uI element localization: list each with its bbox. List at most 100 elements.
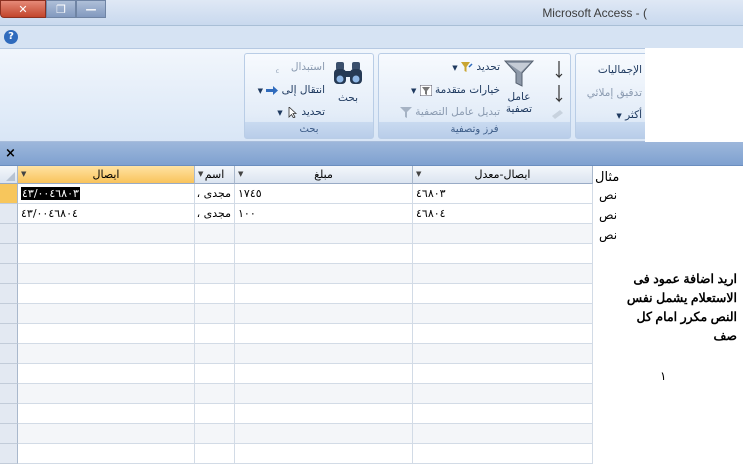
toggle-filter-button[interactable]: تبديل عامل التصفية	[399, 106, 500, 118]
empty-cell	[235, 264, 413, 284]
row-selector[interactable]	[0, 384, 18, 404]
table-row[interactable]: ٤٣/٠٠٤٦٨٠٣ مجدى ، ١٧٤٥ ٤٦٨٠٣	[0, 184, 593, 204]
row-selector[interactable]	[0, 324, 18, 344]
sort-ascending-button[interactable]: AZ	[538, 60, 566, 83]
empty-cell	[413, 304, 593, 324]
empty-cell	[235, 284, 413, 304]
sort-descending-button[interactable]: ZA	[538, 84, 566, 107]
svg-text:A: A	[544, 95, 545, 104]
goto-label: انتقال إلى	[281, 84, 325, 96]
empty-cell	[18, 424, 195, 444]
restore-icon: ❐	[56, 2, 66, 16]
advanced-filter-button[interactable]: خيارات متقدمة ▼	[411, 84, 500, 96]
column-header-amount[interactable]: مبلغ ▼	[235, 166, 413, 184]
datasheet: ايصال ▼ اسم ▼ مبلغ ▼ ايصال-معدل ▼ ٤٣/٠٠٤…	[0, 166, 593, 475]
row-selector[interactable]	[0, 244, 18, 264]
empty-cell	[235, 344, 413, 364]
receipt-modified-cell[interactable]: ٤٦٨٠٤	[413, 204, 593, 224]
empty-cell	[413, 284, 593, 304]
name-cell[interactable]: مجدى ،	[195, 184, 235, 204]
empty-cell	[195, 424, 235, 444]
name-cell[interactable]: مجدى ،	[195, 204, 235, 224]
chevron-down-icon[interactable]: ▼	[21, 166, 26, 183]
selection-filter-button[interactable]: تحديد ▼	[452, 61, 500, 73]
chevron-down-icon[interactable]: ▼	[238, 166, 243, 183]
row-selector[interactable]	[0, 364, 18, 384]
empty-cell	[18, 404, 195, 424]
empty-row	[0, 424, 593, 444]
row-selector[interactable]	[0, 264, 18, 284]
amount-cell[interactable]: ١٠٠	[235, 204, 413, 224]
find-button[interactable]: بحث	[329, 60, 367, 104]
empty-cell	[235, 244, 413, 264]
empty-cell	[235, 224, 413, 244]
empty-cell	[18, 324, 195, 344]
chevron-down-icon[interactable]: ▼	[416, 166, 421, 183]
sort-filter-group: تحديد ▼ خيارات متقدمة ▼ تبديل عامل التصف…	[378, 53, 571, 139]
row-selector[interactable]	[0, 224, 18, 244]
window-title: Microsoft Access - (	[542, 6, 647, 20]
empty-cell	[195, 344, 235, 364]
funnel-icon	[503, 60, 535, 87]
receipt-modified-cell[interactable]: ٤٦٨٠٣	[413, 184, 593, 204]
empty-cell	[413, 224, 593, 244]
row-selector[interactable]	[0, 204, 18, 224]
name-value: مجدى ،	[196, 187, 231, 200]
close-icon: ✕	[18, 2, 28, 16]
empty-cell	[413, 384, 593, 404]
note-line: النص مكرر امام كل	[636, 310, 737, 324]
note-line: اريد اضافة عمود فى	[633, 272, 737, 286]
restore-window-button[interactable]: ❐	[46, 0, 76, 18]
empty-cell	[235, 424, 413, 444]
empty-row	[0, 384, 593, 404]
empty-row	[0, 304, 593, 324]
row-selector[interactable]	[0, 424, 18, 444]
filter-label-line1: عامل	[507, 91, 531, 103]
note-line: الاستعلام يشمل نفس	[626, 291, 737, 305]
row-selector[interactable]	[0, 404, 18, 424]
select-all-button[interactable]	[0, 166, 18, 184]
chevron-down-icon[interactable]: ▼	[198, 166, 203, 183]
help-icon[interactable]: ?	[4, 30, 18, 44]
close-window-button[interactable]: ✕	[0, 0, 46, 18]
filter-button[interactable]: عامل تصفية	[502, 60, 536, 115]
receipt-value: ٤٣/٠٠٤٦٨٠٤	[21, 207, 78, 220]
column-header-name[interactable]: اسم ▼	[195, 166, 235, 184]
selection-filter-icon	[461, 61, 473, 72]
minimize-window-button[interactable]: —	[76, 0, 106, 18]
empty-row	[0, 344, 593, 364]
close-icon[interactable]: ×	[5, 146, 16, 161]
more-label: أكثر	[625, 109, 642, 121]
advanced-filter-icon	[419, 84, 432, 96]
receipt-modified-value: ٤٦٨٠٣	[416, 187, 446, 200]
clear-sort-button[interactable]: AZ	[540, 106, 566, 123]
row-selector[interactable]	[0, 444, 18, 464]
row-selector[interactable]	[0, 184, 18, 204]
help-row: ?	[0, 26, 743, 48]
table-row[interactable]: ٤٣/٠٠٤٦٨٠٤ مجدى ، ١٠٠ ٤٦٨٠٤	[0, 204, 593, 224]
receipt-value: ٤٣/٠٠٤٦٨٠٣	[21, 187, 80, 200]
receipt-cell[interactable]: ٤٣/٠٠٤٦٨٠٣	[18, 184, 195, 204]
minimize-icon: —	[85, 2, 97, 16]
receipt-cell[interactable]: ٤٣/٠٠٤٦٨٠٤	[18, 204, 195, 224]
empty-cell	[413, 244, 593, 264]
replace-button[interactable]: استبدال abac	[276, 61, 325, 73]
more-button[interactable]: أكثر ▼	[616, 109, 642, 121]
empty-cell	[195, 264, 235, 284]
column-header-receipt-modified[interactable]: ايصال-معدل ▼	[413, 166, 593, 184]
totals-button[interactable]: الإجماليات	[598, 64, 642, 76]
amount-cell[interactable]: ١٧٤٥	[235, 184, 413, 204]
column-header-receipt[interactable]: ايصال ▼	[18, 166, 195, 184]
select-button[interactable]: تحديد ▼	[277, 106, 325, 118]
example-heading: مثال	[595, 170, 620, 185]
select-label: تحديد	[301, 106, 325, 118]
goto-button[interactable]: انتقال إلى ▼	[258, 84, 325, 96]
row-selector[interactable]	[0, 304, 18, 324]
empty-cell	[413, 344, 593, 364]
empty-row	[0, 404, 593, 424]
row-selector[interactable]	[0, 344, 18, 364]
row-selector[interactable]	[0, 284, 18, 304]
spelling-button[interactable]: تدقيق إملائي	[587, 87, 642, 99]
amount-value: ١٧٤٥	[238, 187, 262, 200]
example-item: نص	[599, 228, 618, 242]
